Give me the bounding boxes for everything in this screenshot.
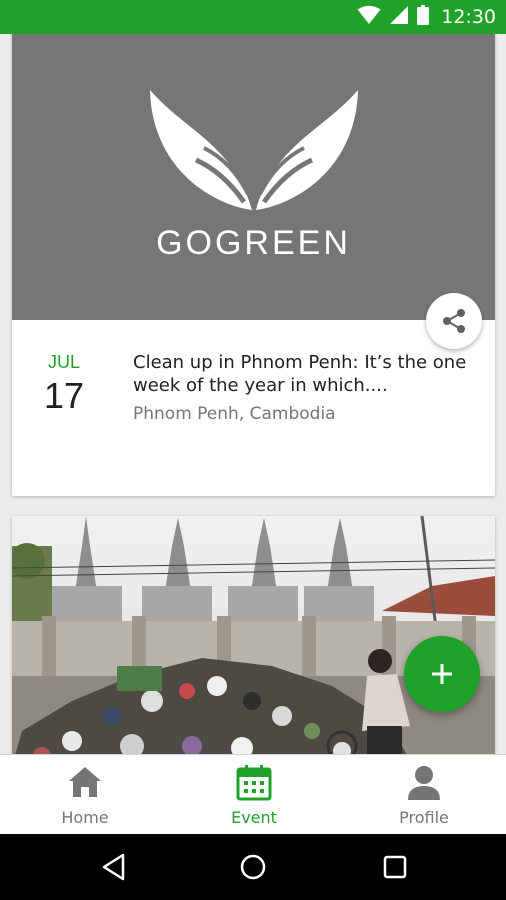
event-day: 17 — [43, 375, 85, 416]
home-icon — [67, 764, 103, 805]
event-date: JUL 17 — [34, 352, 94, 417]
system-back-button[interactable] — [98, 851, 130, 883]
add-event-button[interactable] — [404, 636, 480, 712]
plus-icon — [432, 664, 452, 684]
share-button[interactable] — [426, 293, 482, 349]
person-icon — [406, 764, 442, 807]
event-title[interactable]: Clean up in Phnom Penh: It’s the one wee… — [133, 351, 473, 397]
nav-label-profile: Profile — [399, 808, 449, 827]
event-card[interactable]: GOGREEN JUL 17 Clean up in Phnom Penh: I… — [12, 34, 495, 496]
system-navigation-bar — [0, 834, 506, 900]
bottom-navigation: Home Event Profile — [0, 754, 506, 834]
status-time: 12:30 — [441, 6, 496, 28]
nav-item-event[interactable]: Event — [184, 755, 324, 835]
back-icon — [102, 853, 125, 881]
status-icons: 12:30 — [357, 0, 496, 34]
logo-text: GOGREEN — [156, 224, 351, 262]
system-recent-apps-button[interactable] — [379, 851, 411, 883]
calendar-icon — [235, 764, 273, 807]
nav-item-home[interactable]: Home — [15, 755, 155, 835]
nav-label-event: Event — [231, 808, 277, 827]
cell-signal-icon — [389, 5, 409, 30]
event-month: JUL — [47, 352, 80, 372]
event-image-gogreen-logo: GOGREEN — [12, 34, 495, 320]
share-icon — [443, 309, 465, 333]
battery-icon — [417, 4, 430, 30]
gogreen-leaves-logo — [150, 90, 358, 210]
recent-apps-icon — [383, 855, 407, 879]
event-image-garbage-street-photo — [12, 516, 495, 754]
wifi-icon — [357, 5, 381, 30]
system-home-button[interactable] — [237, 851, 269, 883]
nav-label-home: Home — [61, 808, 109, 827]
event-card[interactable] — [12, 516, 495, 754]
home-circle-icon — [240, 854, 266, 880]
nav-item-profile[interactable]: Profile — [354, 755, 494, 835]
event-location: Phnom Penh, Cambodia — [133, 404, 336, 424]
status-bar: 12:30 — [0, 0, 506, 34]
